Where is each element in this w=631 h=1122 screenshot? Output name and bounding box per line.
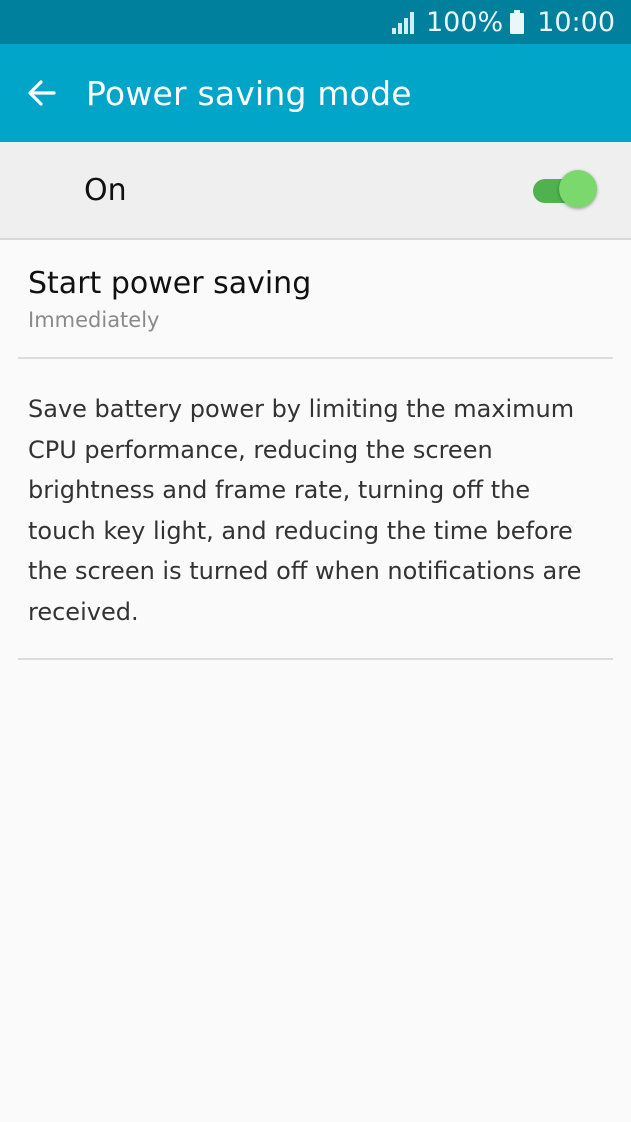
start-power-saving-title: Start power saving (28, 266, 312, 301)
back-button[interactable] (24, 75, 60, 111)
master-switch-label: On (84, 172, 127, 208)
page-title: Power saving mode (86, 73, 412, 113)
app-bar: Power saving mode (0, 44, 631, 142)
power-saving-description: Save battery power by limiting the maxim… (28, 395, 582, 626)
start-power-saving-item[interactable]: Start power saving Immediately (0, 240, 631, 357)
battery-icon (510, 10, 525, 34)
battery-percentage: 100% (425, 6, 504, 38)
signal-icon (391, 12, 414, 34)
divider (18, 658, 613, 660)
toggle-thumb (559, 170, 597, 208)
status-bar: 100% 10:00 (0, 0, 631, 44)
status-time: 10:00 (537, 6, 615, 38)
master-switch-row[interactable]: On (0, 142, 631, 240)
arrow-left-icon (28, 80, 56, 106)
power-saving-toggle[interactable] (531, 168, 601, 212)
start-power-saving-value: Immediately (28, 308, 160, 332)
